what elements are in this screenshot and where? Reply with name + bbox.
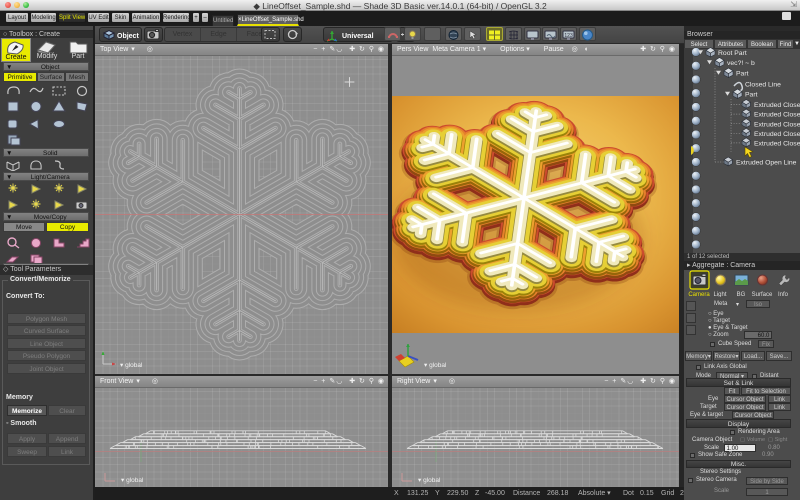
svg-text:Extruded Closed: Extruded Closed: [754, 102, 800, 109]
svg-text:▾ global: ▾ global: [120, 362, 143, 369]
svg-text:Universal: Universal: [342, 33, 374, 40]
svg-text:Extruded Closed: Extruded Closed: [754, 131, 800, 138]
svg-text:Extruded Open Line: Extruded Open Line: [736, 160, 797, 167]
svg-text:Root Part: Root Part: [718, 50, 747, 57]
svg-text:Extruded Closed: Extruded Closed: [754, 121, 800, 128]
svg-text:Part: Part: [736, 71, 749, 78]
svg-text:Object: Object: [117, 33, 139, 40]
svg-text:Extruded Closed: Extruded Closed: [754, 112, 800, 119]
svg-text:▾ global: ▾ global: [424, 362, 447, 369]
svg-text:Closed Line: Closed Line: [745, 82, 781, 89]
svg-text:Extruded Closed: Extruded Closed: [754, 141, 800, 148]
svg-text:vec?! ~ b: vec?! ~ b: [727, 60, 755, 67]
svg-text:Part: Part: [745, 92, 758, 99]
